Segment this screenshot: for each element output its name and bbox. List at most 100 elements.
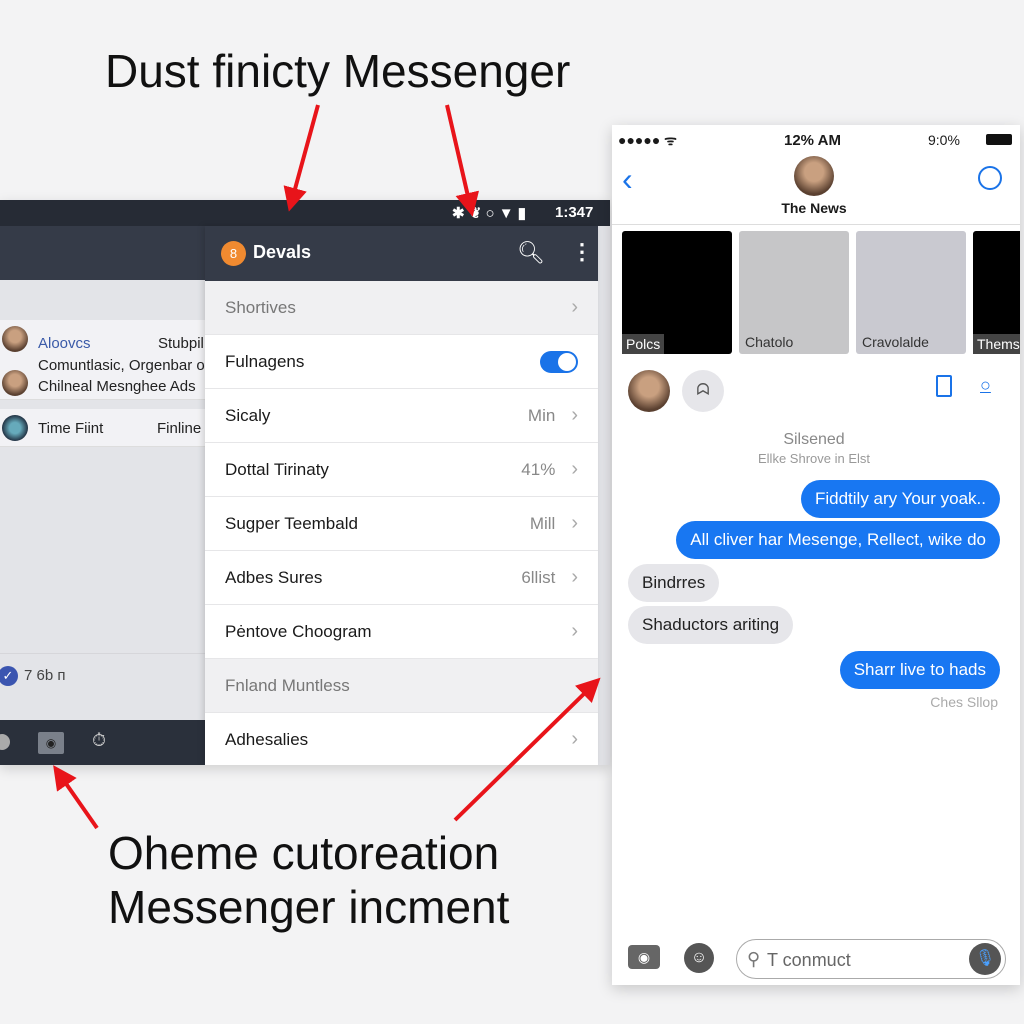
conversation-item[interactable]: Aloovcs Stubpil Comuntlasic, Orgenbar o … [0,320,215,400]
microphone-icon[interactable]: 🎙︎ [969,943,1001,975]
item-label: Adbes Sures [225,567,323,587]
item-label: Sicaly [225,405,271,425]
item-label: Pėntove Choogram [225,621,372,641]
drawer-section-finland: Fnland Muntless [205,659,598,713]
input-placeholder: T conmuct [767,950,851,970]
tile-label: Polcs [622,334,665,354]
item-label: Adhesalies [225,729,309,749]
item-value: 6llist [521,567,556,587]
item-label: Dottal Tirinaty [225,459,329,479]
message-bubble-out[interactable]: Sharr live to hads [839,651,1000,689]
chevron-right-icon: › [571,566,578,588]
avatar [2,370,28,396]
caption-line: Messenger incment [108,881,510,933]
drawer-title: Devals [253,242,312,262]
settings-drawer: 8 Devals 🔍︎ ⋮ Shortives › Fulnagens Sical… [205,226,598,765]
item-label: Shortives [225,297,296,317]
message-bubble-out[interactable]: Fiddtily ary Your yoak.. [800,480,1000,518]
chevron-right-icon: › [571,296,578,318]
item-value: Mill [529,513,556,533]
app-logo-icon: 8 [221,241,246,266]
arrow [53,765,99,830]
bottom-caption: Oheme cutoreation Messenger incment [108,826,509,934]
message-input[interactable]: ⚲ T conmuct 🎙︎ [736,939,1006,979]
item-value: 41% [521,459,556,479]
media-tile[interactable]: Chatolo [739,231,849,354]
iphone-screen: ●●●●● ᯤ 12% AM 9:0% ‹ The News Polcs Cha… [612,125,1020,985]
drawer-item-sicaly[interactable]: Sicaly Min › [205,389,598,443]
chat-icon[interactable] [0,734,10,750]
chevron-right-icon: › [571,404,578,426]
more-icon[interactable]: ⋮ [571,239,593,265]
drawer-item-pentove[interactable]: Pėntove Choogram › [205,605,598,659]
info-icon[interactable] [978,166,1002,190]
drawer-header: 8 Devals 🔍︎ ⋮ [205,226,598,281]
media-tile[interactable]: Cravolalde [856,231,966,354]
drawer-item-dottal[interactable]: Dottal Tirinaty 41% › [205,443,598,497]
top-caption: Dust finicty Messenger [105,45,571,97]
conversation-name: Comuntlasic, Orgenbar o [38,357,205,374]
drawer-item-sugper[interactable]: Sugper Teembald Mill › [205,497,598,551]
caption-line: Oheme cutoreation [108,827,500,879]
conversation-name: Time Fiint [38,420,104,437]
arrow [283,104,320,212]
message-bubble-out[interactable]: All cliver har Mesenge, Rellect, wike do [676,521,1000,559]
section-label: Fnland Muntless [225,675,350,695]
conversation-preview: Chilneal Mesnghee Ads [38,378,196,395]
tile-label: Chatolo [745,334,794,350]
item-value: Min [527,405,556,425]
signal-wifi-icon: ●●●●● ᯤ [618,132,677,148]
drawer-item-shortives[interactable]: Shortives › [205,281,598,335]
status-time: 1:347 [555,204,594,221]
read-receipt: Ches Sllop [930,694,998,710]
group-icon[interactable]: ᗣ [682,370,724,412]
chevron-right-icon: › [571,620,578,642]
status-icons: ✱ ❦ ○ ▼ ▮ [452,205,526,222]
drawer-item-adhesalies[interactable]: Adhesalies › [205,713,598,765]
conversation-name: Aloovcs [38,335,91,352]
camera-icon[interactable]: ◉ [38,732,64,754]
camera-icon[interactable]: ◉ [628,945,660,969]
arrow [445,104,480,217]
avatar [2,326,28,352]
message-bubble-in[interactable]: Shaductors ariting [628,606,794,644]
drawer-item-fulnagens[interactable]: Fulnagens [205,335,598,389]
battery-percent: 9:0% [928,132,960,148]
search-timer-icon[interactable]: ⏱ [92,730,106,751]
clipboard-icon[interactable] [936,375,952,397]
media-tile[interactable]: Polcs [622,231,732,354]
media-tile[interactable]: Thems [973,231,1020,354]
bottom-nav: ◉ ⏱ [0,720,205,765]
avatar [2,415,28,441]
participant-avatar[interactable] [628,370,670,412]
check-icon: ✓ [0,666,18,686]
message-bubble-in[interactable]: Bindrres [628,564,720,602]
status-time: 12% AM [784,132,841,149]
conversation-preview: Stubpil [158,335,204,352]
drawer-item-adbes[interactable]: Adbes Sures 6llist › [205,551,598,605]
profile-icon[interactable]: ○ [980,375,991,396]
status-subtitle: Ellke Shrove in Elst [758,451,870,466]
search-icon: ⚲ [747,949,761,969]
status-bar: ✱ ❦ ○ ▼ ▮ 1:347 [0,200,610,226]
emoji-icon[interactable]: ☺ [684,943,714,973]
conversation-preview: Finline [157,420,202,437]
toggle-switch[interactable] [540,350,578,373]
android-screen: ✱ ❦ ○ ▼ ▮ 1:347 Aloovcs Stubpil Comuntla… [0,200,610,765]
search-icon[interactable]: 🔍︎ [517,240,545,266]
status-title: Silsened [783,431,845,448]
contact-name: The News [781,200,847,216]
contact-avatar[interactable] [794,156,834,196]
tile-label: Thems [973,334,1020,354]
list-header [0,226,205,280]
chevron-right-icon: › [571,728,578,750]
item-label: Sugper Teembald [225,513,358,533]
footer-status: 7 6b п [24,667,66,684]
chevron-right-icon: › [571,458,578,480]
item-label: Fulnagens [225,351,305,371]
chevron-right-icon: › [571,512,578,534]
battery-icon [986,134,1012,145]
conversation-item[interactable]: Time Fiint Finline [0,409,215,447]
back-icon[interactable]: ‹ [622,161,633,198]
tile-label: Cravolalde [862,334,929,350]
